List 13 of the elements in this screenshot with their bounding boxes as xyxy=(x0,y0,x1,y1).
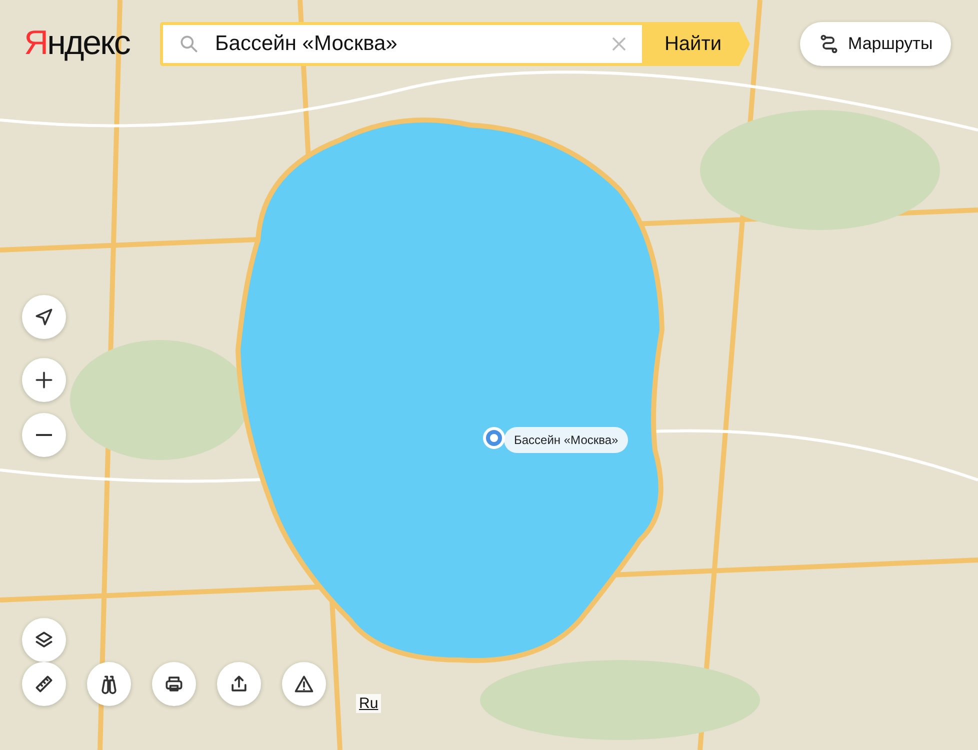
minus-icon xyxy=(35,434,53,436)
marker-label[interactable]: Бассейн «Москва» xyxy=(504,427,628,453)
route-icon xyxy=(818,33,840,55)
search-icon xyxy=(178,33,200,55)
search-button[interactable]: Найти xyxy=(642,22,750,66)
warning-icon xyxy=(293,673,315,695)
language-link[interactable]: Ru xyxy=(356,694,382,713)
logo[interactable]: Яндекс xyxy=(24,24,130,63)
navigation-arrow-icon xyxy=(33,306,55,328)
ruler-icon xyxy=(33,673,55,695)
plus-icon xyxy=(33,369,55,391)
routes-button[interactable]: Маршруты xyxy=(800,22,951,66)
search-field[interactable]: Бассейн «Москва» xyxy=(160,22,642,66)
